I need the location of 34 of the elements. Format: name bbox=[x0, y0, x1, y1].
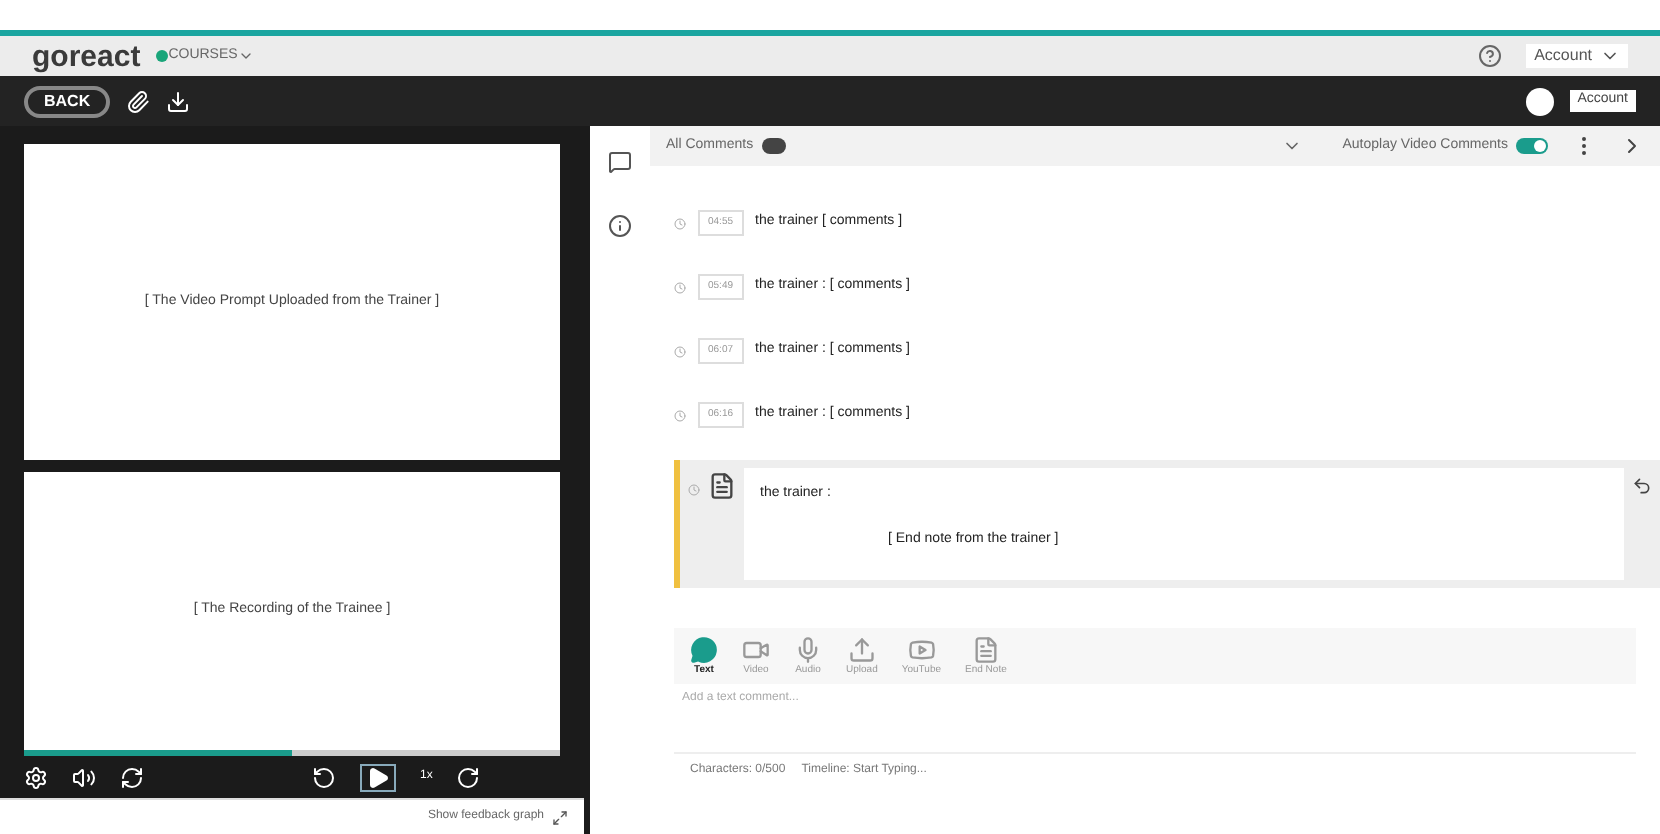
paperclip-icon[interactable] bbox=[126, 89, 151, 113]
clock-icon bbox=[674, 217, 686, 229]
loop-icon[interactable] bbox=[120, 765, 144, 789]
play-button[interactable] bbox=[360, 763, 396, 791]
back-button[interactable]: BACK bbox=[24, 85, 111, 117]
clock-icon bbox=[674, 345, 686, 357]
logo[interactable]: goreact bbox=[32, 41, 141, 71]
clock-icon bbox=[688, 484, 700, 496]
info-icon[interactable] bbox=[608, 214, 632, 238]
document-icon bbox=[971, 636, 1000, 664]
play-icon bbox=[907, 636, 936, 664]
avatar bbox=[1525, 87, 1554, 115]
end-note-icon bbox=[708, 472, 736, 500]
forward-icon[interactable] bbox=[456, 765, 481, 789]
rewind-icon[interactable] bbox=[312, 765, 336, 789]
download-icon[interactable] bbox=[166, 89, 191, 113]
microphone-icon bbox=[794, 636, 822, 664]
speech-bubble-icon bbox=[690, 636, 718, 664]
help-icon[interactable] bbox=[1478, 44, 1503, 68]
camera-icon bbox=[742, 636, 770, 664]
comments-icon[interactable] bbox=[608, 150, 632, 174]
autoplay-switch[interactable] bbox=[1516, 138, 1548, 154]
play-icon bbox=[366, 765, 390, 789]
comments-count-badge bbox=[761, 138, 786, 154]
progress-track[interactable] bbox=[24, 750, 560, 756]
account-menu[interactable]: Account bbox=[1526, 44, 1628, 68]
volume-icon[interactable] bbox=[72, 765, 96, 789]
clock-icon bbox=[674, 281, 686, 293]
reply-icon[interactable] bbox=[1632, 476, 1652, 496]
settings-icon[interactable] bbox=[24, 765, 48, 789]
expand-icon[interactable] bbox=[552, 809, 568, 825]
chevron-down-icon bbox=[237, 48, 254, 64]
upload-icon bbox=[847, 636, 876, 664]
clock-icon bbox=[674, 409, 686, 421]
